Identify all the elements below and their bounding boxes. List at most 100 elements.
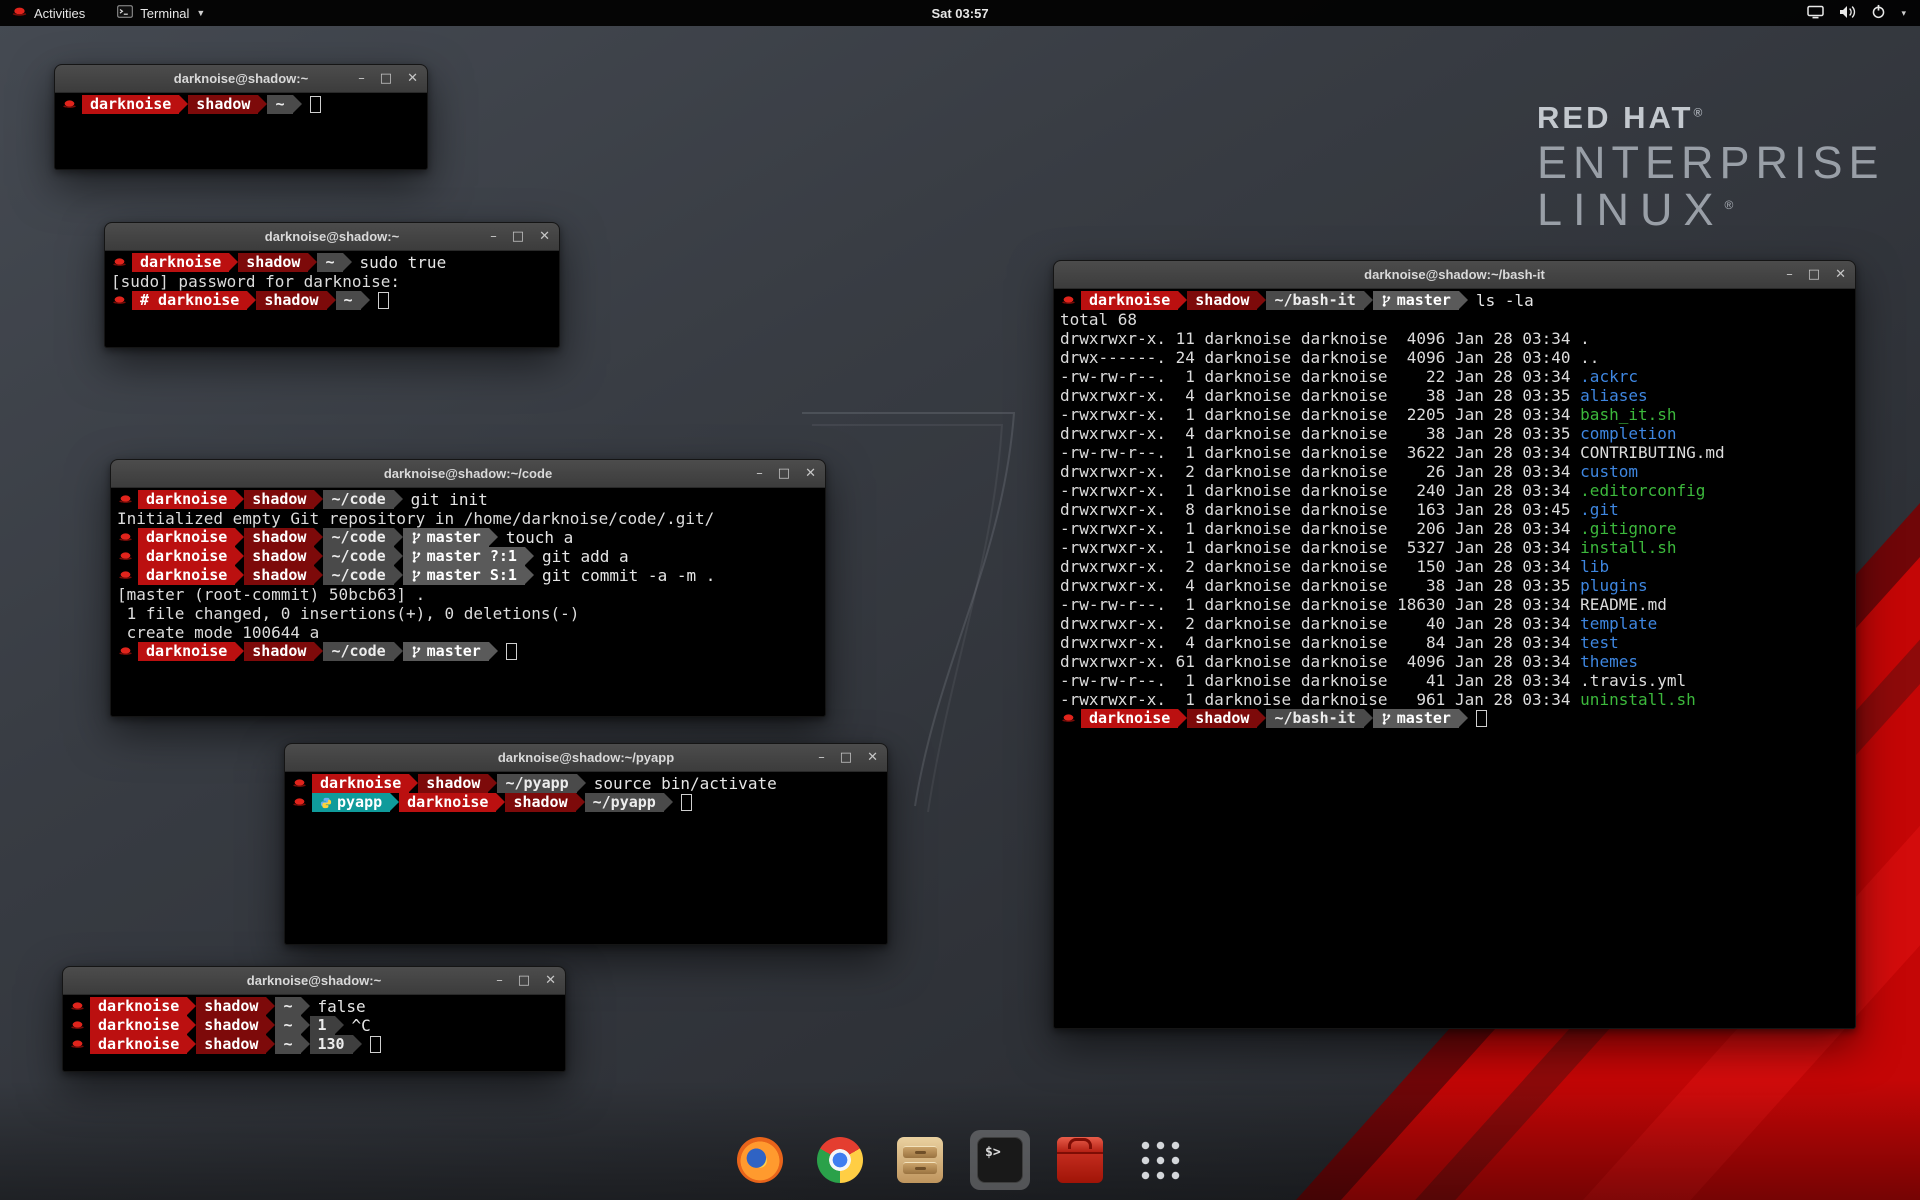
prompt-segment-path: ~	[275, 1016, 300, 1035]
terminal-output-line: -rw-rw-r--. 1 darknoise darknoise 22 Jan…	[1060, 367, 1849, 386]
prompt-segment-path: ~	[317, 253, 342, 272]
file-name: .gitignore	[1580, 519, 1676, 538]
terminal-content[interactable]: darknoiseshadow~/codegit initInitialized…	[111, 488, 825, 661]
file-name: test	[1580, 633, 1619, 652]
prompt-segment-exit: 1	[310, 1016, 335, 1035]
file-name: .editorconfig	[1580, 481, 1705, 500]
window-titlebar[interactable]: darknoise@shadow:~/bash-it – □ ✕	[1054, 261, 1855, 289]
clock[interactable]: Sat 03:57	[931, 6, 988, 21]
close-button[interactable]: ✕	[805, 466, 816, 481]
rhel-wordmark: RED HAT® ENTERPRISE LINUX®	[1537, 102, 1885, 233]
terminal-output-line: -rwxrwxr-x. 1 darknoise darknoise 2205 J…	[1060, 405, 1849, 424]
close-button[interactable]: ✕	[1835, 267, 1846, 282]
redhat-prompt-icon	[119, 645, 132, 658]
prompt-segment-host: shadow	[1187, 291, 1257, 310]
prompt-segment-path: ~	[336, 291, 361, 310]
maximize-button[interactable]: □	[1808, 267, 1820, 282]
dock: $>	[0, 1130, 1920, 1190]
file-name: aliases	[1580, 386, 1647, 405]
redhat-prompt-icon	[113, 256, 126, 269]
close-button[interactable]: ✕	[539, 229, 550, 244]
terminal-output-line: -rwxrwxr-x. 1 darknoise darknoise 206 Ja…	[1060, 519, 1849, 538]
terminal-output-line: -rw-rw-r--. 1 darknoise darknoise 18630 …	[1060, 595, 1849, 614]
maximize-button[interactable]: □	[512, 229, 524, 244]
minimize-button[interactable]: –	[358, 71, 365, 86]
terminal-content[interactable]: darknoiseshadow~	[55, 93, 427, 114]
terminal-prompt-line: darknoiseshadow~/codemastertouch a	[117, 528, 819, 547]
terminal-output-line: -rw-rw-r--. 1 darknoise darknoise 41 Jan…	[1060, 671, 1849, 690]
minimize-button[interactable]: –	[818, 750, 825, 765]
terminal-prompt-line: pyappdarknoiseshadow~/pyapp	[291, 793, 881, 812]
prompt-segment-path: ~/code	[323, 528, 393, 547]
prompt-segment-path: ~/code	[323, 642, 393, 661]
window-titlebar[interactable]: darknoise@shadow:~ – □ ✕	[55, 65, 427, 93]
terminal-output-line: Initialized empty Git repository in /hom…	[117, 509, 819, 528]
redhat-prompt-icon	[119, 550, 132, 563]
redhat-prompt-icon	[293, 796, 306, 809]
activities-button[interactable]: Activities	[0, 0, 97, 26]
close-button[interactable]: ✕	[407, 71, 418, 86]
redhat-prompt-icon	[63, 98, 76, 111]
terminal-window-1: darknoise@shadow:~ – □ ✕ darknoiseshadow…	[54, 64, 428, 170]
dock-item-files[interactable]	[890, 1130, 950, 1190]
prompt-segment-path: ~	[267, 95, 292, 114]
dock-item-toolbox[interactable]	[1050, 1130, 1110, 1190]
prompt-segment-host: shadow	[256, 291, 326, 310]
minimize-button[interactable]: –	[1786, 267, 1793, 282]
file-name: .	[1580, 329, 1590, 348]
file-name: .travis.yml	[1580, 671, 1686, 690]
dock-item-firefox[interactable]	[730, 1130, 790, 1190]
dock-item-chrome[interactable]	[810, 1130, 870, 1190]
close-button[interactable]: ✕	[867, 750, 878, 765]
prompt-segment-user: darknoise	[1081, 291, 1178, 310]
terminal-output-line: drwx------. 24 darknoise darknoise 4096 …	[1060, 348, 1849, 367]
terminal-output-line: drwxrwxr-x. 2 darknoise darknoise 26 Jan…	[1060, 462, 1849, 481]
display-icon	[1807, 5, 1824, 22]
prompt-segment-exit: 130	[310, 1035, 353, 1054]
volume-icon	[1839, 5, 1856, 22]
minimize-button[interactable]: –	[490, 229, 497, 244]
terminal-prompt-line: darknoiseshadow~/bash-itmaster	[1060, 709, 1849, 728]
minimize-button[interactable]: –	[496, 973, 503, 988]
prompt-segment-user: darknoise	[138, 490, 235, 509]
file-name: bash_it.sh	[1580, 405, 1676, 424]
terminal-cursor	[310, 96, 321, 113]
window-titlebar[interactable]: darknoise@shadow:~/code – □ ✕	[111, 460, 825, 488]
window-titlebar[interactable]: darknoise@shadow:~ – □ ✕	[63, 967, 565, 995]
minimize-button[interactable]: –	[756, 466, 763, 481]
prompt-segment-host: shadow	[244, 490, 314, 509]
prompt-segment-host: shadow	[244, 566, 314, 585]
window-titlebar[interactable]: darknoise@shadow:~/pyapp – □ ✕	[285, 744, 887, 772]
prompt-segment-git: master	[1373, 291, 1459, 310]
terminal-prompt-line: darknoiseshadow~/codemaster	[117, 642, 819, 661]
prompt-segment-user: darknoise	[90, 1035, 187, 1054]
app-menu-terminal[interactable]: Terminal ▼	[105, 0, 217, 26]
file-name: template	[1580, 614, 1657, 633]
window-titlebar[interactable]: darknoise@shadow:~ – □ ✕	[105, 223, 559, 251]
terminal-content[interactable]: darknoiseshadow~sudo true[sudo] password…	[105, 251, 559, 310]
terminal-content[interactable]: darknoiseshadow~/bash-itmasterls -latota…	[1054, 289, 1855, 728]
dock-item-terminal[interactable]: $>	[970, 1130, 1030, 1190]
prompt-segment-path: ~	[275, 1035, 300, 1054]
prompt-segment-path: ~	[275, 997, 300, 1016]
file-name: .ackrc	[1580, 367, 1638, 386]
maximize-button[interactable]: □	[778, 466, 790, 481]
redhat-prompt-icon	[113, 294, 126, 307]
prompt-segment-host: shadow	[244, 642, 314, 661]
maximize-button[interactable]: □	[840, 750, 852, 765]
maximize-button[interactable]: □	[380, 71, 392, 86]
terminal-output-line: -rw-rw-r--. 1 darknoise darknoise 3622 J…	[1060, 443, 1849, 462]
terminal-prompt-line: darknoiseshadow~/bash-itmasterls -la	[1060, 291, 1849, 310]
prompt-segment-user: darknoise	[138, 642, 235, 661]
redhat-prompt-icon	[71, 1019, 84, 1032]
terminal-cursor	[1476, 710, 1487, 727]
maximize-button[interactable]: □	[518, 973, 530, 988]
window-title: darknoise@shadow:~	[247, 973, 381, 988]
terminal-content[interactable]: darknoiseshadow~falsedarknoiseshadow~1^C…	[63, 995, 565, 1054]
terminal-content[interactable]: darknoiseshadow~/pyappsource bin/activat…	[285, 772, 887, 812]
system-status-area[interactable]: ▾	[1807, 4, 1920, 22]
gnome-top-bar: Activities Terminal ▼ Sat 03:57 ▾	[0, 0, 1920, 26]
dock-item-show-applications[interactable]	[1130, 1130, 1190, 1190]
firefox-icon	[737, 1137, 783, 1183]
close-button[interactable]: ✕	[545, 973, 556, 988]
